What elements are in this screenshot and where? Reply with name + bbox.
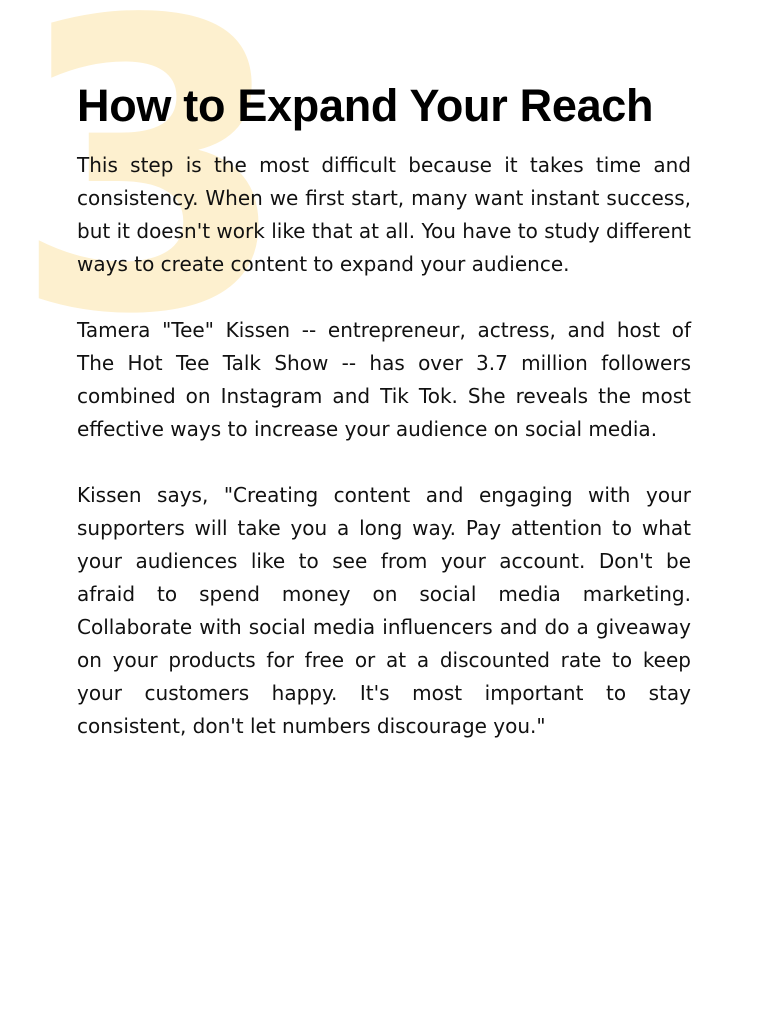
body-paragraph-3: Kissen says, "Creating content and engag… [77, 483, 691, 738]
article-content: How to Expand Your Reach This step is th… [77, 78, 691, 743]
body-paragraph-1: This step is the most difficult because … [77, 153, 691, 276]
document-page: 3 How to Expand Your Reach This step is … [0, 0, 768, 1024]
body-paragraph-2: Tamera "Tee" Kissen -- entrepreneur, act… [77, 318, 691, 441]
page-title: How to Expand Your Reach [77, 80, 654, 131]
